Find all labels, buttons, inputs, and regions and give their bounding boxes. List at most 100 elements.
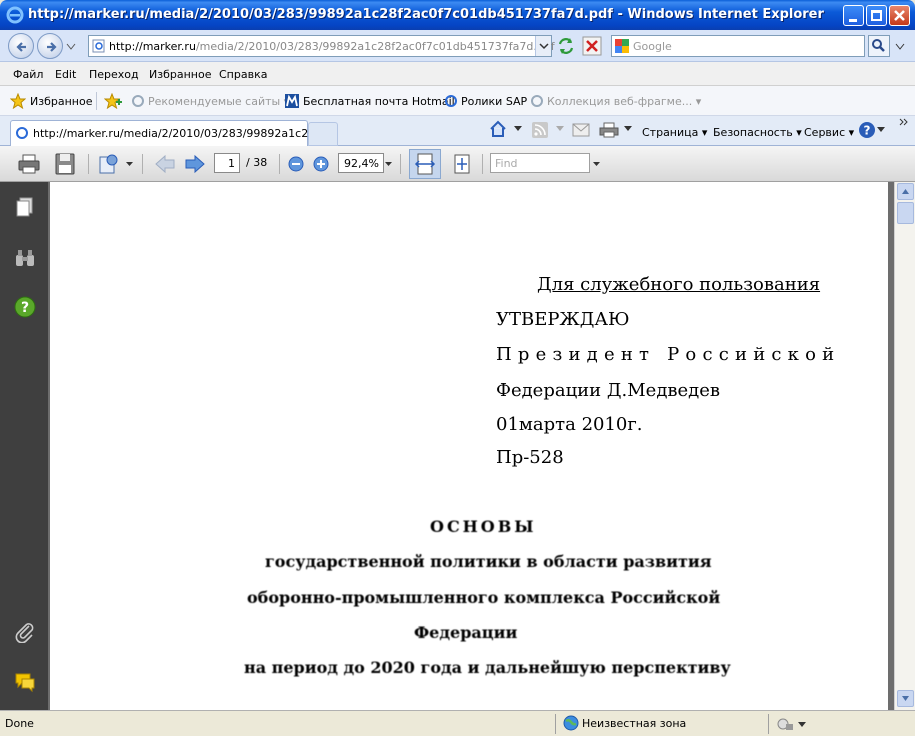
menu-bar: Файл Edit Переход Избранное Справка [0, 62, 915, 86]
security-zone[interactable]: Неизвестная зона [582, 717, 686, 730]
status-bar: Done Неизвестная зона [0, 710, 915, 736]
chevron-down-icon[interactable] [877, 127, 885, 133]
print-icon[interactable] [16, 152, 42, 176]
favorites-button[interactable]: Избранное [30, 95, 92, 108]
chevron-right-icon[interactable] [898, 118, 910, 128]
doc-approve: УТВЕРЖДАЮ [496, 309, 630, 330]
chevron-down-icon[interactable] [126, 162, 133, 167]
tab-row: http://marker.ru/media/2/2010/03/283/998… [0, 116, 915, 146]
print-icon[interactable] [599, 122, 619, 138]
zoom-level-input[interactable]: 92,4% [338, 153, 384, 173]
forward-button[interactable] [37, 33, 63, 59]
fit-page-icon[interactable] [449, 152, 475, 176]
fit-width-button[interactable] [409, 149, 441, 179]
favorites-bar: Избранное Рекомендуемые сайты ▾ Бесплатн… [0, 86, 915, 116]
page-icon [92, 39, 105, 53]
fav-hotmail[interactable]: Бесплатная почта Hotmail [303, 95, 455, 108]
back-button[interactable] [8, 33, 34, 59]
menu-favorites[interactable]: Избранное [149, 68, 211, 81]
favorites-divider [96, 92, 97, 110]
menu-edit[interactable]: Edit [55, 68, 76, 81]
previous-page-icon[interactable] [152, 152, 178, 176]
new-tab-button[interactable] [308, 122, 338, 146]
doc-heading-line2: государственной политики в области разви… [265, 552, 712, 571]
pages-icon[interactable] [14, 196, 36, 218]
search-options-dropdown-icon[interactable] [895, 43, 905, 51]
back-arrow-icon [16, 42, 26, 52]
zoom-out-icon[interactable] [288, 156, 304, 172]
chevron-down-icon[interactable] [514, 126, 522, 132]
svg-text:?: ? [21, 300, 29, 316]
feeds-icon[interactable] [532, 122, 548, 138]
chevron-down-icon[interactable] [556, 126, 564, 132]
search-button[interactable] [868, 35, 890, 57]
chevron-down-icon[interactable] [624, 126, 632, 132]
status-divider [768, 714, 769, 734]
close-button[interactable] [889, 5, 910, 26]
zoom-in-icon[interactable] [313, 156, 329, 172]
doc-president: Президент Российской [496, 344, 841, 365]
command-page[interactable]: Страница ▾ [642, 126, 707, 139]
pdf-toolbar: 1 / 38 92,4% Find [0, 146, 915, 182]
comments-icon[interactable] [14, 671, 36, 693]
globe-icon [563, 715, 579, 731]
chevron-down-icon[interactable] [798, 722, 806, 728]
search-icon [872, 39, 885, 52]
menu-file[interactable]: Файл [13, 68, 43, 81]
doc-heading-line5: на период до 2020 года и дальнейшую перс… [244, 658, 731, 677]
vertical-scrollbar[interactable] [894, 182, 915, 710]
doc-date: 01марта 2010г. [496, 414, 643, 435]
minimize-button[interactable] [843, 5, 864, 26]
maximize-button[interactable] [866, 5, 887, 26]
address-bar[interactable]: http://marker.ru/media/2/2010/03/283/998… [88, 35, 555, 57]
next-page-icon[interactable] [182, 152, 208, 176]
stop-icon[interactable] [582, 36, 602, 56]
chevron-down-icon[interactable] [593, 162, 600, 167]
scroll-up-button[interactable] [897, 183, 914, 200]
scroll-down-button[interactable] [897, 690, 914, 707]
menu-help[interactable]: Справка [219, 68, 267, 81]
doc-heading-line3: оборонно-промышленного комплекса Российс… [247, 588, 721, 607]
pdf-document-view[interactable]: Для служебного пользования УТВЕРЖДАЮ Пре… [48, 182, 894, 710]
fav-suggested-sites[interactable]: Рекомендуемые сайты ▾ [148, 95, 289, 108]
fav-web-slice-gallery[interactable]: Коллекция веб-фрагме... ▾ [547, 95, 701, 108]
command-safety[interactable]: Безопасность ▾ [713, 126, 802, 139]
save-icon[interactable] [52, 152, 78, 176]
toolbar-separator [400, 154, 401, 174]
share-icon[interactable] [97, 152, 123, 176]
window-title: http://marker.ru/media/2/2010/03/283/998… [28, 7, 824, 22]
address-dropdown-button[interactable] [535, 36, 551, 56]
ie-page-icon [531, 95, 543, 107]
hotmail-icon [285, 94, 299, 108]
svg-text:?: ? [864, 124, 871, 138]
search-input[interactable]: Google [611, 35, 865, 57]
command-tools[interactable]: Сервис ▾ [804, 126, 854, 139]
help-icon[interactable]: ? [14, 296, 36, 318]
attachment-icon[interactable] [14, 621, 36, 643]
status-divider [555, 714, 556, 734]
home-icon[interactable] [489, 120, 507, 138]
scroll-thumb[interactable] [897, 202, 914, 224]
arrow-down-icon [902, 696, 909, 701]
help-icon[interactable]: ? [858, 121, 876, 139]
binoculars-icon[interactable] [14, 247, 36, 269]
protected-mode-icon[interactable] [776, 716, 794, 732]
page-number-input[interactable]: 1 [214, 153, 240, 173]
mail-icon[interactable] [572, 123, 590, 137]
doc-classification: Для служебного пользования [537, 274, 821, 295]
menu-go[interactable]: Переход [89, 68, 139, 81]
favorites-star-icon [10, 93, 26, 109]
page-total: / 38 [246, 156, 268, 169]
forward-arrow-icon [47, 42, 57, 52]
address-url: http://marker.ru/media/2/2010/03/283/998… [109, 40, 555, 53]
chevron-down-icon[interactable] [385, 162, 392, 167]
refresh-icon[interactable] [556, 36, 576, 56]
fav-sap-videos[interactable]: Ролики SAP [461, 95, 527, 108]
ie-logo-icon [6, 6, 24, 24]
add-favorite-icon[interactable] [104, 93, 122, 109]
find-input[interactable]: Find [490, 153, 590, 173]
recent-pages-dropdown-icon[interactable] [66, 43, 76, 51]
title-bar[interactable]: http://marker.ru/media/2/2010/03/283/998… [0, 0, 915, 30]
url-path: /media/2/2010/03/283/99892a1c28f2ac0f7c0… [195, 40, 555, 53]
tab-active[interactable]: http://marker.ru/media/2/2010/03/283/998… [10, 120, 329, 146]
